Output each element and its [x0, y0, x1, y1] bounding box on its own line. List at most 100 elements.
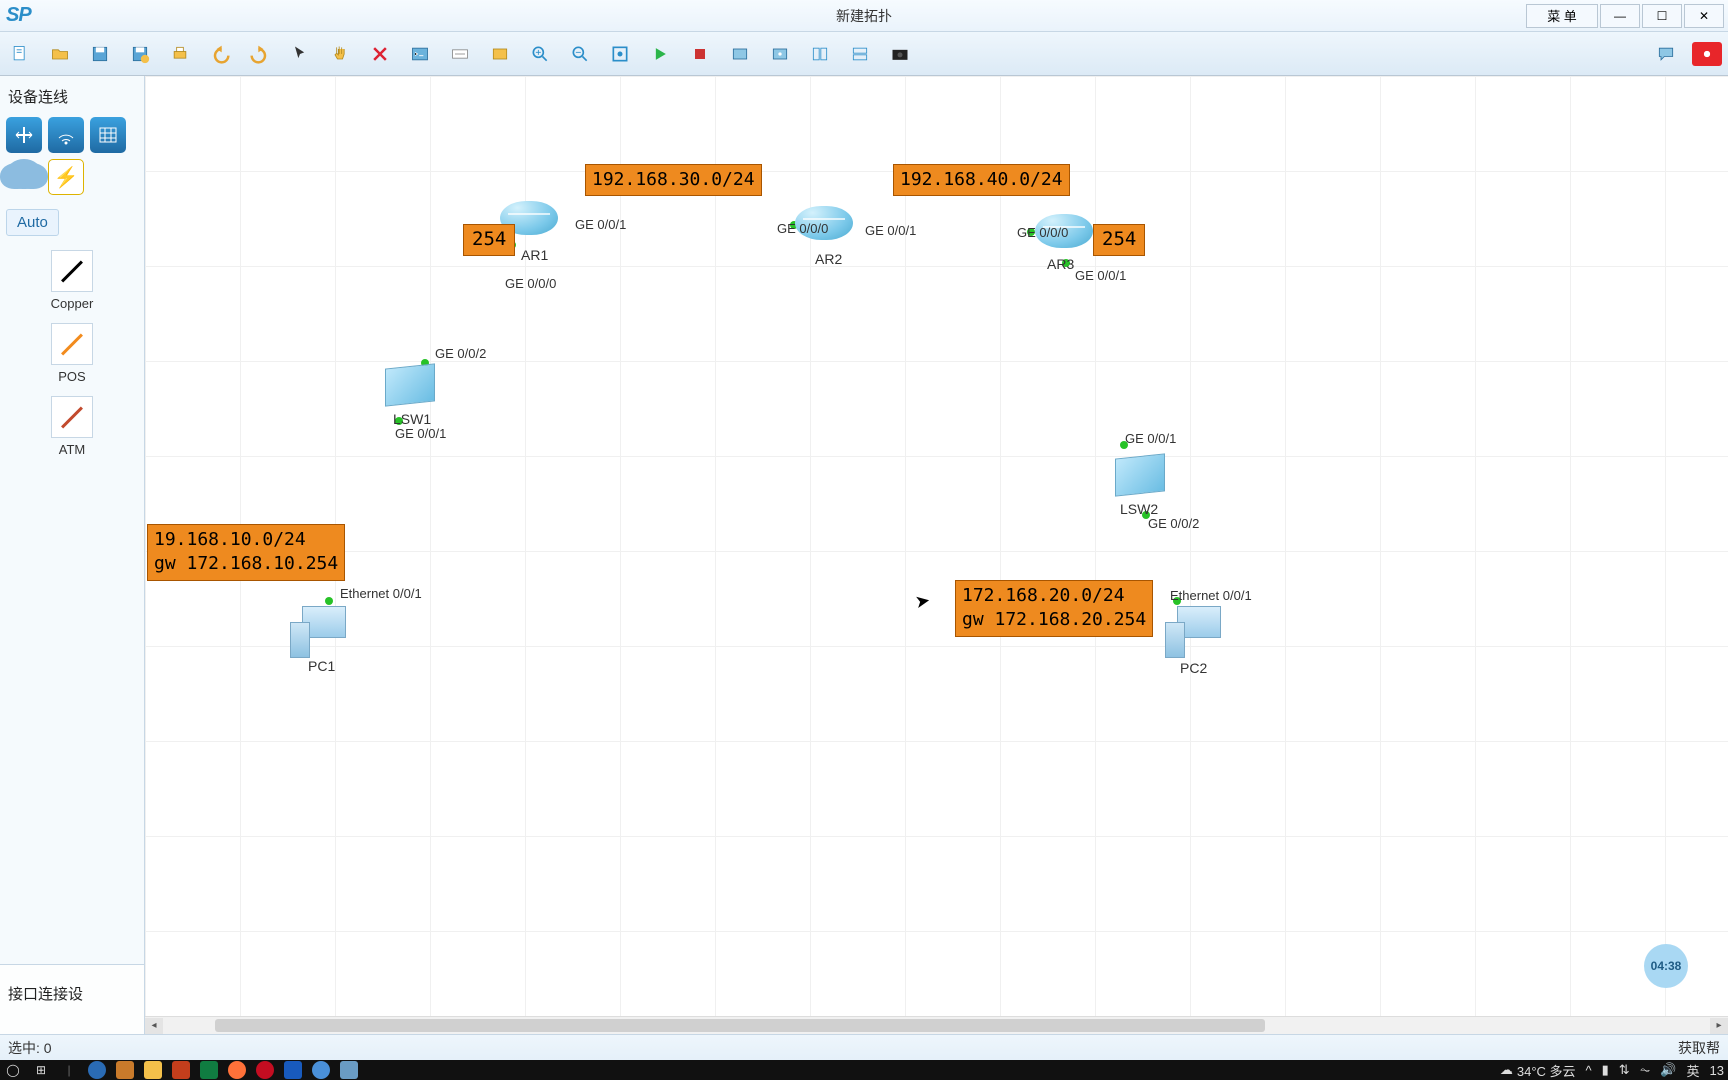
tray-clock[interactable]: 13: [1710, 1063, 1724, 1078]
taskbar-app-powerpoint[interactable]: [172, 1061, 190, 1079]
redo-button[interactable]: [246, 40, 274, 68]
scroll-right-arrow[interactable]: ▸: [1710, 1018, 1728, 1034]
device-category-firewall[interactable]: [90, 117, 126, 153]
layout1-button[interactable]: [806, 40, 834, 68]
maximize-button[interactable]: ☐: [1642, 4, 1682, 28]
taskbar-app-music[interactable]: [256, 1061, 274, 1079]
horizontal-scrollbar[interactable]: ◂ ▸: [145, 1016, 1728, 1034]
device-category-row: [0, 111, 144, 157]
window-title: 新建拓扑: [836, 6, 892, 26]
device-category-link[interactable]: ⚡: [48, 159, 84, 195]
link-type-atm[interactable]: ATM: [0, 390, 144, 463]
canvas-area: AR1 AR2 AR3 LSW1 LSW2 PC1 PC2 GE 0/0/1 G…: [145, 76, 1728, 1034]
tray-battery-icon[interactable]: ▮: [1602, 1062, 1609, 1078]
stop-button[interactable]: [686, 40, 714, 68]
scroll-thumb[interactable]: [215, 1019, 1265, 1032]
taskbar-app-firefox[interactable]: [228, 1061, 246, 1079]
taskbar-app-excel[interactable]: [200, 1061, 218, 1079]
minimize-button[interactable]: —: [1600, 4, 1640, 28]
topology-canvas[interactable]: AR1 AR2 AR3 LSW1 LSW2 PC1 PC2 GE 0/0/1 G…: [145, 76, 1728, 1016]
panel-section-title: 设备连线: [0, 76, 144, 111]
annotation-pc2net[interactable]: 172.168.20.0/24 gw 172.168.20.254: [955, 580, 1153, 637]
link-endpoint-dot: [325, 597, 333, 605]
text-tool-button[interactable]: [446, 40, 474, 68]
port-label: GE 0/0/1: [1125, 431, 1176, 446]
new-file-button[interactable]: [6, 40, 34, 68]
panel-hint: 接口连接设: [0, 964, 144, 1034]
device-category-wlan[interactable]: [48, 117, 84, 153]
menu-button[interactable]: 菜 单: [1526, 4, 1598, 28]
fit-button[interactable]: [606, 40, 634, 68]
tray-wifi-icon[interactable]: ⏦: [1640, 1062, 1651, 1078]
pointer-tool-button[interactable]: [286, 40, 314, 68]
link-type-pos[interactable]: POS: [0, 317, 144, 390]
toolbar: [0, 32, 1728, 76]
tray-network-icon[interactable]: ⇅: [1619, 1062, 1630, 1078]
status-area: 选中: 0 获取帮 ◯ ⊞ | ☁ 34°C 多云 ^ ▮ ⇅ ⏦ 🔊 英 13: [0, 1034, 1728, 1080]
device-category-router[interactable]: [6, 117, 42, 153]
taskbar-app-1[interactable]: [88, 1061, 106, 1079]
close-button[interactable]: ✕: [1684, 4, 1724, 28]
huawei-logo: [1692, 42, 1722, 66]
start-icon[interactable]: ◯: [4, 1061, 22, 1079]
windows-taskbar: ◯ ⊞ | ☁ 34°C 多云 ^ ▮ ⇅ ⏦ 🔊 英 13: [0, 1060, 1728, 1080]
node-ar1-label: AR1: [521, 247, 548, 263]
window-controls: 菜 单 — ☐ ✕: [1526, 4, 1724, 28]
port-label: GE 0/0/1: [1075, 268, 1126, 283]
chat-button[interactable]: [1652, 40, 1680, 68]
delete-tool-button[interactable]: [366, 40, 394, 68]
annotation-net40[interactable]: 192.168.40.0/24: [893, 164, 1070, 196]
app-status-bar: 选中: 0 获取帮: [0, 1034, 1728, 1060]
zoom-out-button[interactable]: [566, 40, 594, 68]
node-lsw1-label: LSW1: [393, 411, 431, 427]
tray-up-icon[interactable]: ^: [1586, 1063, 1592, 1078]
port-label: Ethernet 0/0/1: [1170, 588, 1252, 603]
system-tray: ☁ 34°C 多云 ^ ▮ ⇅ ⏦ 🔊 英 13: [1500, 1061, 1724, 1080]
device-category-cloud[interactable]: [6, 159, 42, 189]
link-type-list: Copper POS ATM: [0, 240, 144, 467]
port-label: GE 0/0/0: [505, 276, 556, 291]
save-button[interactable]: [86, 40, 114, 68]
tray-ime[interactable]: 英: [1687, 1061, 1700, 1080]
node-pc1-label: PC1: [308, 658, 335, 674]
capture2-button[interactable]: [766, 40, 794, 68]
port-label: GE 0/0/1: [575, 217, 626, 232]
task-view-icon[interactable]: ⊞: [32, 1061, 50, 1079]
taskbar-app-2[interactable]: [116, 1061, 134, 1079]
annotation-pc1net[interactable]: 19.168.10.0/24 gw 172.168.10.254: [147, 524, 345, 581]
node-ar2-label: AR2: [815, 251, 842, 267]
palette-button[interactable]: [486, 40, 514, 68]
device-panel: 设备连线 ⚡ Auto Copper POS ATM 接口连接设: [0, 76, 145, 1034]
annotation-254-left[interactable]: 254: [463, 224, 515, 256]
capture1-button[interactable]: [726, 40, 754, 68]
port-label: Ethernet 0/0/1: [340, 586, 422, 601]
link-type-copper[interactable]: Copper: [0, 244, 144, 317]
annotation-254-right[interactable]: 254: [1093, 224, 1145, 256]
zoom-in-button[interactable]: [526, 40, 554, 68]
taskbar-app-ensp[interactable]: [340, 1061, 358, 1079]
port-label: GE 0/0/0: [1017, 225, 1068, 240]
taskbar-app-word[interactable]: [284, 1061, 302, 1079]
node-lsw1[interactable]: [385, 366, 435, 408]
node-pc1[interactable]: [290, 606, 346, 658]
help-link[interactable]: 获取帮: [1678, 1038, 1720, 1058]
node-lsw2[interactable]: [1115, 456, 1165, 498]
port-label: GE 0/0/2: [1148, 516, 1199, 531]
scroll-left-arrow[interactable]: ◂: [145, 1018, 163, 1034]
undo-button[interactable]: [206, 40, 234, 68]
layout2-button[interactable]: [846, 40, 874, 68]
cli-button[interactable]: [406, 40, 434, 68]
print-button[interactable]: [166, 40, 194, 68]
link-auto-chip[interactable]: Auto: [6, 209, 59, 236]
node-pc2[interactable]: [1165, 606, 1221, 658]
open-file-button[interactable]: [46, 40, 74, 68]
tray-volume-icon[interactable]: 🔊: [1660, 1062, 1676, 1078]
tray-weather[interactable]: ☁ 34°C 多云: [1500, 1061, 1576, 1080]
annotation-net30[interactable]: 192.168.30.0/24: [585, 164, 762, 196]
screenshot-button[interactable]: [886, 40, 914, 68]
taskbar-app-browser[interactable]: [312, 1061, 330, 1079]
save-as-button[interactable]: [126, 40, 154, 68]
start-button[interactable]: [646, 40, 674, 68]
pan-tool-button[interactable]: [326, 40, 354, 68]
taskbar-app-explorer[interactable]: [144, 1061, 162, 1079]
